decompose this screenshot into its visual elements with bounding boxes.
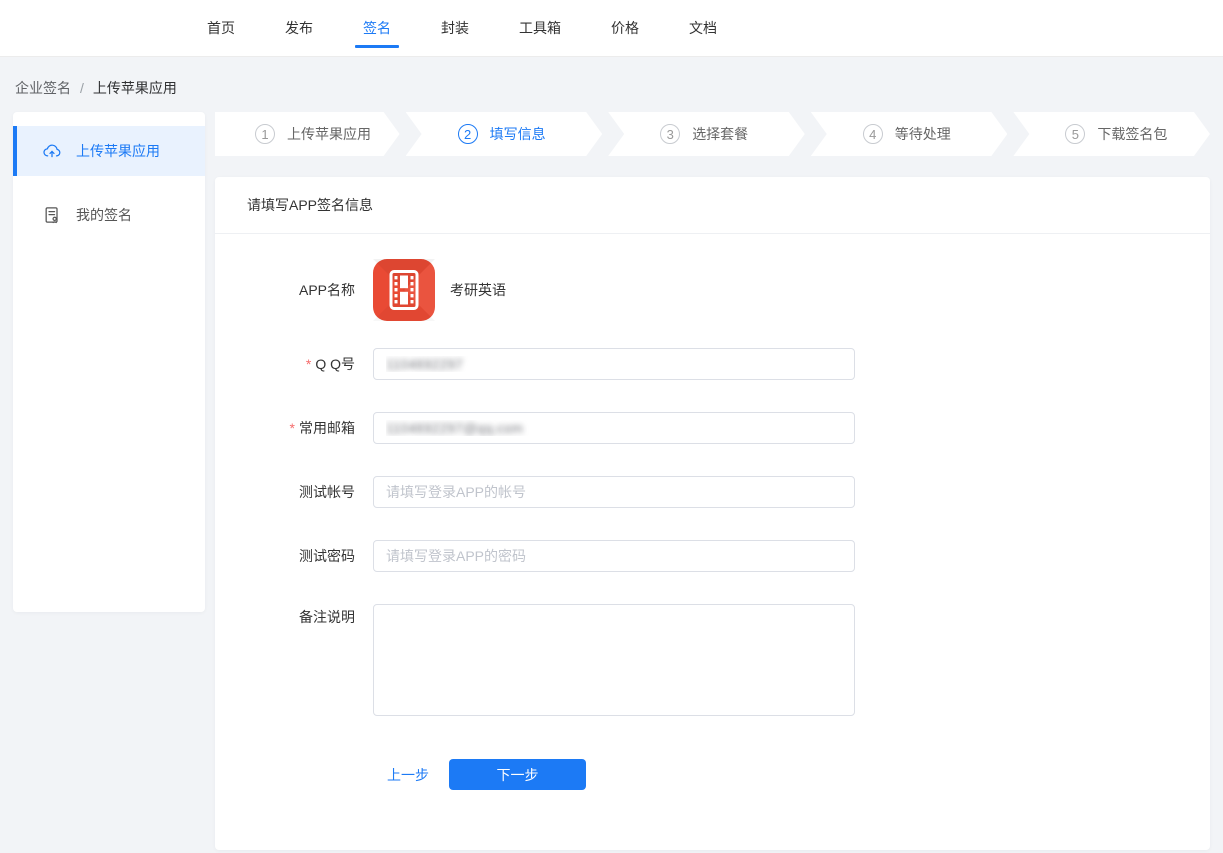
sidebar-item-upload-ios-app[interactable]: 上传苹果应用 [13, 126, 205, 176]
step-number: 1 [255, 124, 275, 144]
email-row: *常用邮箱 [215, 412, 1210, 444]
nav-item-package[interactable]: 封装 [441, 0, 469, 56]
signature-form: APP名称 [215, 234, 1210, 790]
step-label: 填写信息 [490, 124, 546, 144]
step-wizard: 1 上传苹果应用 2 填写信息 3 选择套餐 4 等待处理 5 下载签名包 [215, 112, 1210, 156]
step-number: 2 [458, 124, 478, 144]
sidebar-item-label: 我的签名 [76, 205, 132, 225]
breadcrumb-separator: / [80, 80, 84, 96]
test-account-row: 测试帐号 [215, 476, 1210, 508]
qq-number-label: *Q Q号 [215, 348, 355, 380]
remark-row: 备注说明 [215, 604, 1210, 716]
app-name-value: 考研英语 [450, 280, 506, 300]
next-step-button[interactable]: 下一步 [449, 759, 586, 790]
nav-item-price[interactable]: 价格 [611, 0, 639, 56]
test-account-label: 测试帐号 [215, 476, 355, 508]
film-app-icon [373, 259, 435, 321]
form-buttons: 上一步 下一步 [215, 759, 1210, 790]
sidebar-item-label: 上传苹果应用 [76, 141, 160, 161]
prev-step-link[interactable]: 上一步 [387, 765, 429, 785]
test-account-input[interactable] [373, 476, 855, 508]
sidebar-item-my-signatures[interactable]: 我的签名 [13, 190, 205, 240]
test-password-row: 测试密码 [215, 540, 1210, 572]
step-label: 下载签名包 [1097, 124, 1167, 144]
step-3-choose-plan: 3 选择套餐 [608, 112, 805, 156]
remark-label: 备注说明 [215, 604, 355, 627]
step-label: 选择套餐 [692, 124, 748, 144]
sidebar: 上传苹果应用 我的签名 [13, 112, 205, 612]
my-signature-icon [42, 205, 62, 225]
top-navigation: 首页 发布 签名 封装 工具箱 价格 文档 [0, 0, 1223, 57]
app-name-row: APP名称 [215, 259, 1210, 321]
step-1-upload-app: 1 上传苹果应用 [215, 112, 400, 156]
cloud-upload-icon [42, 141, 62, 161]
page-layout: 上传苹果应用 我的签名 1 上传苹果应用 2 填写信息 [0, 112, 1223, 850]
email-label: *常用邮箱 [215, 412, 355, 444]
remark-textarea[interactable] [373, 604, 855, 716]
nav-item-publish[interactable]: 发布 [285, 0, 313, 56]
step-label: 上传苹果应用 [287, 124, 371, 144]
breadcrumb-parent[interactable]: 企业签名 [15, 78, 71, 98]
main-content: 1 上传苹果应用 2 填写信息 3 选择套餐 4 等待处理 5 下载签名包 请填… [215, 112, 1210, 850]
card-title: 请填写APP签名信息 [215, 177, 1210, 234]
step-4-wait-processing: 4 等待处理 [811, 112, 1008, 156]
nav-item-toolbox[interactable]: 工具箱 [519, 0, 561, 56]
step-number: 3 [660, 124, 680, 144]
test-password-input[interactable] [373, 540, 855, 572]
step-2-fill-info: 2 填写信息 [406, 112, 603, 156]
signature-info-card: 请填写APP签名信息 APP名称 [215, 177, 1210, 850]
breadcrumb: 企业签名 / 上传苹果应用 [15, 78, 1223, 98]
nav-item-docs[interactable]: 文档 [689, 0, 717, 56]
qq-number-input[interactable] [373, 348, 855, 380]
breadcrumb-current: 上传苹果应用 [93, 78, 177, 98]
qq-number-row: *Q Q号 [215, 348, 1210, 380]
required-asterisk: * [306, 356, 311, 372]
test-password-label: 测试密码 [215, 540, 355, 572]
nav-item-home[interactable]: 首页 [207, 0, 235, 56]
step-number: 4 [863, 124, 883, 144]
email-input[interactable] [373, 412, 855, 444]
required-asterisk: * [290, 420, 295, 436]
nav-item-signature[interactable]: 签名 [363, 0, 391, 56]
step-number: 5 [1065, 124, 1085, 144]
step-5-download-package: 5 下载签名包 [1013, 112, 1210, 156]
step-label: 等待处理 [895, 124, 951, 144]
app-name-label: APP名称 [215, 274, 355, 306]
